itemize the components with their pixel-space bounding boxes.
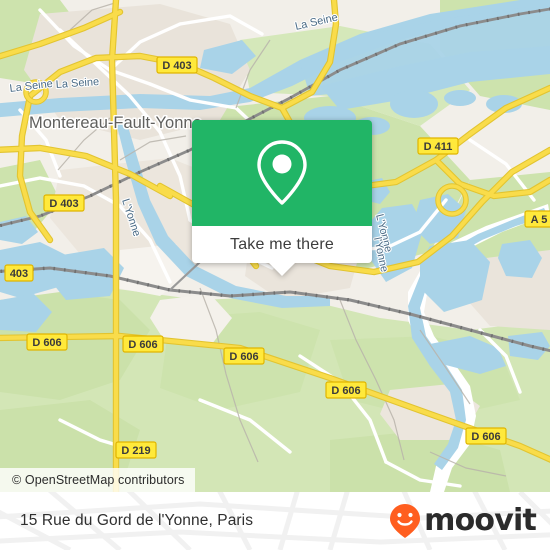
map-screenshot: La Seine La Seine La Seine L'Yonne L'Yonne l'… xyxy=(0,0,550,550)
osm-attribution: © OpenStreetMap contributors xyxy=(0,468,195,492)
take-me-there-label: Take me there xyxy=(230,235,334,253)
address-label: 15 Rue du Gord de l'Yonne, Paris xyxy=(20,512,254,529)
attribution-text: © OpenStreetMap contributors xyxy=(12,473,185,487)
moovit-pin-smiley-icon xyxy=(390,504,421,538)
callout-icon-panel xyxy=(192,120,372,226)
take-me-there-button[interactable]: Take me there xyxy=(192,226,372,276)
footer-bar: 15 Rue du Gord de l'Yonne, Paris moovit xyxy=(0,492,550,550)
map-pin-icon xyxy=(257,140,307,205)
moovit-logo[interactable]: moovit xyxy=(389,492,537,550)
moovit-wordmark: moovit xyxy=(424,503,537,538)
callout-pointer xyxy=(269,263,295,276)
take-me-there-callout[interactable]: Take me there xyxy=(192,120,372,276)
